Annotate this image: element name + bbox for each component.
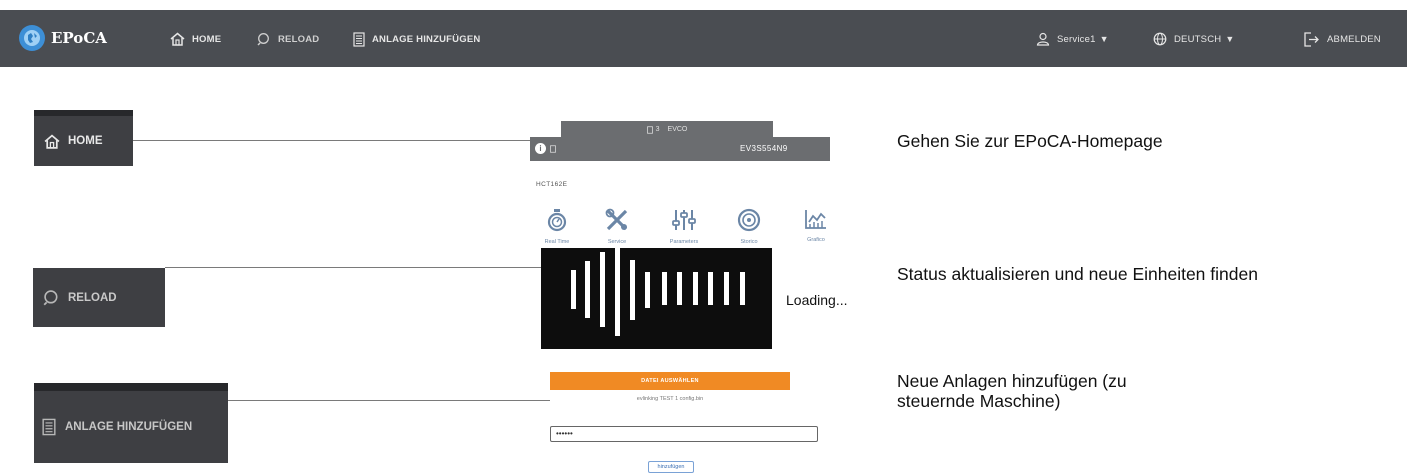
home-icon: [170, 32, 185, 46]
info-icon[interactable]: i: [535, 143, 546, 154]
nav-anlage-hinzufuegen[interactable]: ANLAGE HINZUFÜGEN: [353, 29, 480, 49]
description-reload: Status aktualisieren und neue Einheiten …: [897, 264, 1258, 284]
add-button[interactable]: hinzufügen: [648, 461, 694, 473]
tools-icon: [605, 208, 628, 231]
device-tab-count: 3: [655, 126, 660, 133]
logout-icon: [1304, 31, 1319, 47]
callout-reload-crop: RELOAD: [33, 268, 165, 327]
callout-line-anlage: [228, 400, 550, 401]
callout-anlage-crop: ANLAGE HINZUFÜGEN: [34, 383, 228, 463]
callout-home-crop: HOME: [34, 110, 133, 166]
selected-file-name: evlinking TEST 1 config.bin: [636, 396, 704, 402]
feature-label: Storico: [740, 239, 758, 245]
device-tab[interactable]: 3 EVCO: [561, 121, 773, 138]
building-icon: [646, 125, 653, 134]
stopwatch-icon: [547, 209, 567, 232]
feature-storico[interactable]: Storico: [724, 208, 774, 245]
logout-button[interactable]: ABMELDEN: [1304, 29, 1381, 49]
nav-reload-label: RELOAD: [278, 33, 320, 45]
building-icon: [353, 31, 365, 47]
feature-parameters[interactable]: Parameters: [659, 208, 709, 245]
user-menu[interactable]: Service1 ▼: [1036, 29, 1109, 49]
loading-bars-icon: [571, 248, 745, 336]
home-icon: [44, 134, 60, 149]
logout-label: ABMELDEN: [1327, 33, 1381, 45]
feature-label: Service: [607, 239, 627, 245]
password-field[interactable]: ••••••: [550, 426, 818, 442]
search-icon: [257, 33, 269, 46]
feature-label: Grafico: [807, 237, 825, 243]
user-icon: [1036, 32, 1050, 46]
callout-reload-label: RELOAD: [68, 291, 117, 304]
feature-label: Real Time: [544, 239, 570, 245]
nav-home-label: HOME: [192, 33, 222, 45]
sliders-icon: [672, 210, 696, 230]
history-icon: [737, 208, 761, 232]
globe-icon: [1153, 32, 1167, 46]
feature-service[interactable]: Service: [592, 208, 642, 245]
feature-grafico[interactable]: Grafico: [791, 208, 841, 243]
caret-down-icon: ▼: [1225, 34, 1235, 44]
building-icon: [42, 418, 56, 436]
device-header: i EV3S554N9: [530, 137, 830, 161]
brand[interactable]: EPoCA: [19, 24, 107, 52]
loading-spinner: [541, 248, 772, 349]
search-icon: [43, 290, 58, 306]
description-home: Gehen Sie zur EPoCA-Homepage: [897, 131, 1163, 151]
loading-text: Loading...: [786, 292, 848, 308]
language-label: DEUTSCH: [1174, 33, 1222, 45]
device-model: HCT162E: [536, 181, 568, 188]
line-chart-icon: [805, 210, 826, 229]
callout-line-reload: [165, 267, 541, 268]
language-menu[interactable]: DEUTSCH ▼: [1153, 29, 1234, 49]
callout-line-home: [133, 140, 530, 141]
feature-real-time[interactable]: Real Time: [532, 208, 582, 245]
nav-anlage-label: ANLAGE HINZUFÜGEN: [372, 33, 481, 45]
description-anlage: Neue Anlagen hinzufügen (zu steuernde Ma…: [897, 371, 1127, 411]
brand-name: EPoCA: [51, 29, 107, 47]
callout-home-label: HOME: [68, 135, 103, 147]
nav-reload[interactable]: RELOAD: [257, 29, 319, 49]
top-navbar: EPoCA HOME RELOAD ANLAGE HINZUFÜGEN Serv…: [0, 10, 1407, 67]
choose-file-button[interactable]: DATEI AUSWÄHLEN: [550, 372, 790, 390]
user-name: Service1: [1057, 33, 1096, 45]
caret-down-icon: ▼: [1099, 34, 1109, 44]
globe-logo-icon: [19, 25, 45, 51]
callout-anlage-label: ANLAGE HINZUFÜGEN: [65, 421, 193, 433]
nav-home[interactable]: HOME: [170, 29, 221, 49]
device-tab-name: EVCO: [667, 126, 688, 133]
feature-label: Parameters: [669, 239, 699, 245]
device-serial: EV3S554N9: [740, 144, 788, 153]
building-icon: [550, 145, 556, 153]
